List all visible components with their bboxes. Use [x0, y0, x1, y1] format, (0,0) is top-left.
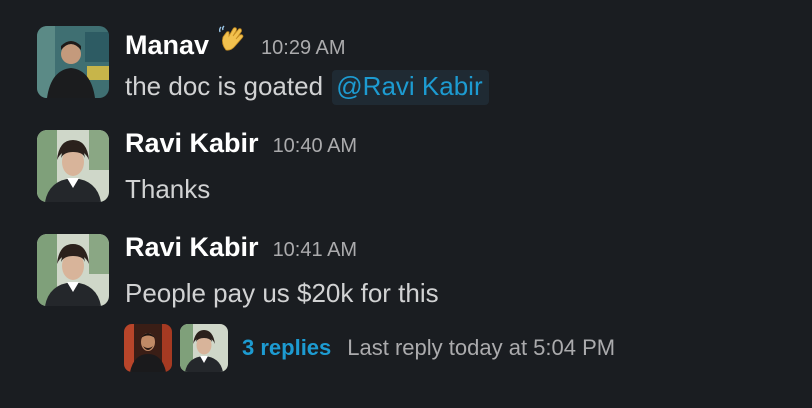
avatar-manav[interactable] [37, 26, 109, 98]
message-body: the doc is goated [125, 71, 324, 101]
timestamp[interactable]: 10:41 AM [273, 239, 358, 262]
timestamp[interactable]: 10:40 AM [273, 135, 358, 158]
thread-replies-link[interactable]: 3 replies [242, 335, 331, 361]
thread-participant-avatar [124, 324, 172, 372]
avatar-ravi-kabir[interactable] [37, 234, 109, 306]
message-text: Thanks [125, 174, 211, 204]
thread-last-reply: Last reply today at 5:04 PM [347, 335, 616, 360]
user-mention[interactable]: @Ravi Kabir [332, 70, 489, 105]
author-name[interactable]: Ravi Kabir [125, 232, 259, 263]
message-text: the doc is goated @Ravi Kabir [125, 70, 489, 105]
waving-hand-icon [217, 24, 247, 54]
author-name[interactable]: Manav [125, 30, 209, 61]
message-text: People pay us $20k for this [125, 278, 439, 308]
avatar-ravi-kabir[interactable] [37, 130, 109, 202]
thread-summary[interactable]: 3 replies Last reply today at 5:04 PM [124, 324, 615, 372]
timestamp[interactable]: 10:29 AM [261, 37, 346, 60]
thread-participant-avatar [180, 324, 228, 372]
author-name[interactable]: Ravi Kabir [125, 128, 259, 159]
